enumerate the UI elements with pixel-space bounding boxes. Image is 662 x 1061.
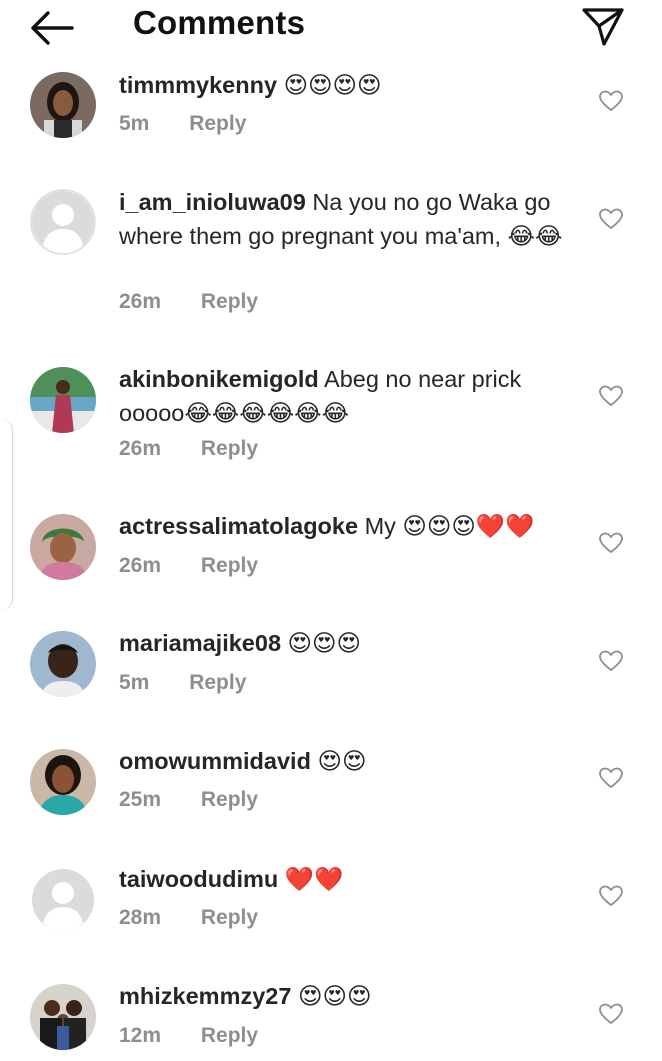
comment-time: 28m — [119, 906, 162, 929]
send-paper-plane-icon[interactable] — [580, 6, 626, 48]
comment-meta: 25m Reply — [119, 788, 258, 812]
reply-button[interactable]: Reply — [201, 290, 258, 314]
comment-username[interactable]: timmmykenny — [119, 72, 277, 98]
comment-body: 😍😍 — [317, 748, 367, 774]
comment-username[interactable]: mhizkemmzy27 — [119, 983, 291, 1009]
comment-text: i_am_inioluwa09 Na you no go Waka go whe… — [119, 185, 589, 253]
comment-meta: 5m Reply — [119, 112, 246, 136]
heart-icon[interactable] — [598, 766, 624, 790]
heart-icon[interactable] — [598, 884, 624, 908]
reply-button[interactable]: Reply — [201, 554, 258, 578]
comment-meta: 26m Reply — [119, 437, 258, 461]
reply-button[interactable]: Reply — [201, 1024, 258, 1048]
comment-text: mhizkemmzy27 😍😍😍 — [119, 979, 589, 1013]
comment-username[interactable]: akinbonikemigold — [119, 366, 319, 392]
avatar[interactable] — [30, 631, 96, 697]
comment-text: mariamajike08 😍😍😍 — [119, 626, 589, 660]
comment-meta: 28m Reply — [119, 906, 258, 930]
comment-username[interactable]: mariamajike08 — [119, 630, 281, 656]
heart-icon[interactable] — [598, 89, 624, 113]
comment-text: omowummidavid 😍😍 — [119, 744, 589, 778]
side-drawer-edge[interactable] — [0, 420, 13, 610]
comment-body: My 😍😍😍❤️❤️ — [364, 513, 535, 539]
avatar[interactable] — [30, 514, 96, 580]
heart-icon[interactable] — [598, 207, 624, 231]
heart-icon[interactable] — [598, 384, 624, 408]
arrow-left-icon[interactable] — [28, 8, 76, 48]
comment-time: 26m — [119, 554, 162, 577]
comment-time: 5m — [119, 112, 150, 135]
heart-icon[interactable] — [598, 1002, 624, 1026]
heart-icon[interactable] — [598, 531, 624, 555]
comment-username[interactable]: omowummidavid — [119, 748, 311, 774]
reply-button[interactable]: Reply — [201, 906, 258, 930]
avatar[interactable] — [30, 749, 96, 815]
comment-username[interactable]: taiwoodudimu — [119, 866, 278, 892]
comment-meta: 26m Reply — [119, 554, 258, 578]
avatar[interactable] — [30, 984, 96, 1050]
comment-time: 12m — [119, 1024, 162, 1047]
comment-text: timmmykenny 😍😍😍😍 — [119, 68, 589, 102]
comment-body: 😍😍😍 — [297, 983, 372, 1009]
comment-text: actressalimatolagoke My 😍😍😍❤️❤️ — [119, 509, 589, 543]
comment-meta: 26m Reply — [119, 290, 258, 314]
heart-icon[interactable] — [598, 649, 624, 673]
comment-time: 25m — [119, 788, 162, 811]
header-bar: Comments — [0, 0, 662, 58]
comment-text: taiwoodudimu ❤️❤️ — [119, 862, 589, 896]
avatar[interactable] — [30, 367, 96, 433]
reply-button[interactable]: Reply — [201, 788, 258, 812]
comment-body: 😍😍😍 — [287, 630, 362, 656]
comment-body: 😍😍😍😍 — [283, 72, 382, 98]
reply-button[interactable]: Reply — [189, 112, 246, 136]
comment-username[interactable]: actressalimatolagoke — [119, 513, 358, 539]
avatar[interactable] — [30, 72, 96, 138]
page-title: Comments — [133, 4, 306, 41]
comment-time: 26m — [119, 437, 162, 460]
comment-meta: 12m Reply — [119, 1024, 258, 1048]
comment-time: 26m — [119, 290, 162, 313]
comment-meta: 5m Reply — [119, 671, 246, 695]
avatar-placeholder[interactable] — [30, 189, 96, 255]
reply-button[interactable]: Reply — [201, 437, 258, 461]
comment-body: ❤️❤️ — [284, 866, 344, 892]
comment-text: akinbonikemigold Abeg no near prick oooo… — [119, 362, 589, 430]
comment-time: 5m — [119, 671, 150, 694]
reply-button[interactable]: Reply — [189, 671, 246, 695]
comment-username[interactable]: i_am_inioluwa09 — [119, 189, 306, 215]
avatar-placeholder[interactable] — [30, 867, 96, 933]
